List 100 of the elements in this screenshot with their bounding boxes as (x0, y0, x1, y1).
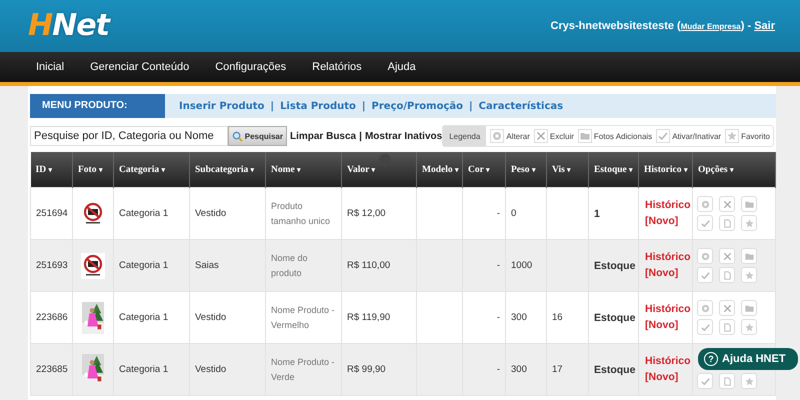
table-cell: - (496, 312, 500, 323)
table-cell: R$ 110,00 (342, 240, 416, 292)
folder-button[interactable] (741, 196, 757, 212)
search-icon (232, 130, 243, 142)
close-button[interactable] (719, 196, 735, 212)
copy-button[interactable] (719, 319, 735, 335)
table-cell: R$ 99,90 (342, 344, 416, 396)
search-field[interactable]: Pesquise por ID, Categoria ou Nome (30, 126, 228, 146)
logout-link[interactable]: Sair (754, 20, 775, 32)
table-cell: Estoque (588, 344, 638, 396)
close-button[interactable] (719, 248, 735, 264)
star-icon (744, 322, 754, 332)
check-icon (700, 270, 710, 280)
table-cell: 300 (506, 344, 546, 396)
table-cell: Vestido (190, 344, 266, 396)
logo[interactable]: HNet (28, 11, 109, 41)
legend-label: Ativar/Inativar (672, 132, 722, 140)
close-icon (722, 250, 732, 262)
close-icon (534, 129, 548, 143)
separator: | (469, 100, 473, 112)
search-link[interactable]: Limpar Busca (290, 130, 356, 142)
product-menu-link[interactable]: Características (478, 100, 564, 112)
table-cell: 251694 (30, 188, 72, 240)
separator: | (362, 100, 366, 112)
separator: | (270, 100, 274, 112)
table-cell: Nome Produto - Verde (266, 344, 342, 396)
check-icon (700, 376, 710, 386)
table-cell: - (496, 208, 500, 219)
table-cell: Saias (190, 240, 266, 292)
gear-button[interactable] (697, 300, 713, 316)
table-cell: 223685 (30, 344, 72, 396)
new-history-link[interactable]: [Novo] (645, 370, 678, 382)
help-button[interactable]: ? Ajuda HNET (698, 348, 798, 370)
star-icon (725, 129, 740, 143)
table-cell: 17 (552, 364, 563, 375)
close-button[interactable] (719, 300, 735, 316)
table-cell: Categoria 1 (114, 240, 190, 292)
nav-item[interactable]: Gerenciar Conteúdo (90, 61, 190, 73)
nav-item[interactable]: Configurações (215, 61, 286, 73)
product-menu-title: MENU PRODUTO: (30, 94, 165, 118)
copy-button[interactable] (719, 215, 735, 231)
no-photo-icon (81, 252, 105, 278)
gear-icon (490, 129, 504, 143)
folder-button[interactable] (741, 248, 757, 264)
table-cell: - (496, 364, 500, 375)
star-icon (744, 270, 754, 280)
new-history-link[interactable]: [Novo] (645, 214, 678, 226)
history-link[interactable]: Histórico (645, 250, 691, 263)
table-cell: Estoque (588, 240, 638, 292)
separator: | (359, 130, 362, 142)
nav-item[interactable]: Relatórios (312, 61, 362, 73)
gear-button[interactable] (697, 248, 713, 264)
nav-item[interactable]: Inicial (36, 61, 64, 73)
legend-label: Alterar (506, 132, 530, 140)
history-link[interactable]: Histórico (645, 302, 691, 315)
history-link[interactable]: Histórico (645, 198, 691, 211)
table-cell: Categoria 1 (114, 344, 190, 396)
new-history-link[interactable]: [Novo] (645, 318, 678, 330)
copy-icon (722, 218, 732, 228)
folder-button[interactable] (741, 300, 757, 316)
check-button[interactable] (697, 319, 713, 335)
legend-label: Fotos Adicionais (594, 132, 652, 140)
star-button[interactable] (741, 373, 757, 389)
legend-title: Legenda (443, 126, 486, 146)
table-cell: 1000 (506, 240, 546, 292)
change-company-link[interactable]: Mudar Empresa (680, 22, 741, 31)
copy-button[interactable] (719, 373, 735, 389)
copy-icon (722, 376, 732, 386)
star-button[interactable] (741, 215, 757, 231)
gear-icon (700, 198, 710, 210)
search-button[interactable]: Pesquisar (228, 126, 287, 146)
copy-icon (722, 322, 732, 332)
check-button[interactable] (697, 267, 713, 283)
product-menu-link[interactable]: Preço/Promoção (372, 100, 464, 112)
product-menu-link[interactable]: Inserir Produto (179, 100, 264, 112)
nav-item[interactable]: Ajuda (388, 61, 416, 73)
copy-button[interactable] (719, 267, 735, 283)
gear-icon (700, 302, 710, 314)
table-cell: 16 (552, 312, 563, 323)
history-link[interactable]: Histórico (645, 354, 691, 367)
star-button[interactable] (741, 319, 757, 335)
star-button[interactable] (741, 267, 757, 283)
legend-label: Excluir (550, 132, 574, 140)
copy-icon (722, 270, 732, 280)
legend-label: Favorito (741, 132, 770, 140)
close-icon (722, 198, 732, 210)
check-icon (656, 129, 670, 143)
table-cell: 251693 (30, 240, 72, 292)
new-history-link[interactable]: [Novo] (645, 266, 678, 278)
table-cell: - (496, 260, 500, 271)
check-button[interactable] (697, 215, 713, 231)
folder-icon (578, 129, 592, 143)
check-icon (700, 218, 710, 228)
star-icon (744, 218, 754, 228)
user-info: Crys-hnetwebsitesteste (Mudar Empresa) - Sair (550, 20, 775, 32)
gear-button[interactable] (697, 196, 713, 212)
gear-icon (700, 250, 710, 262)
search-link[interactable]: Mostrar Inativos (364, 130, 442, 142)
product-menu-link[interactable]: Lista Produto (280, 100, 356, 112)
check-button[interactable] (697, 373, 713, 389)
